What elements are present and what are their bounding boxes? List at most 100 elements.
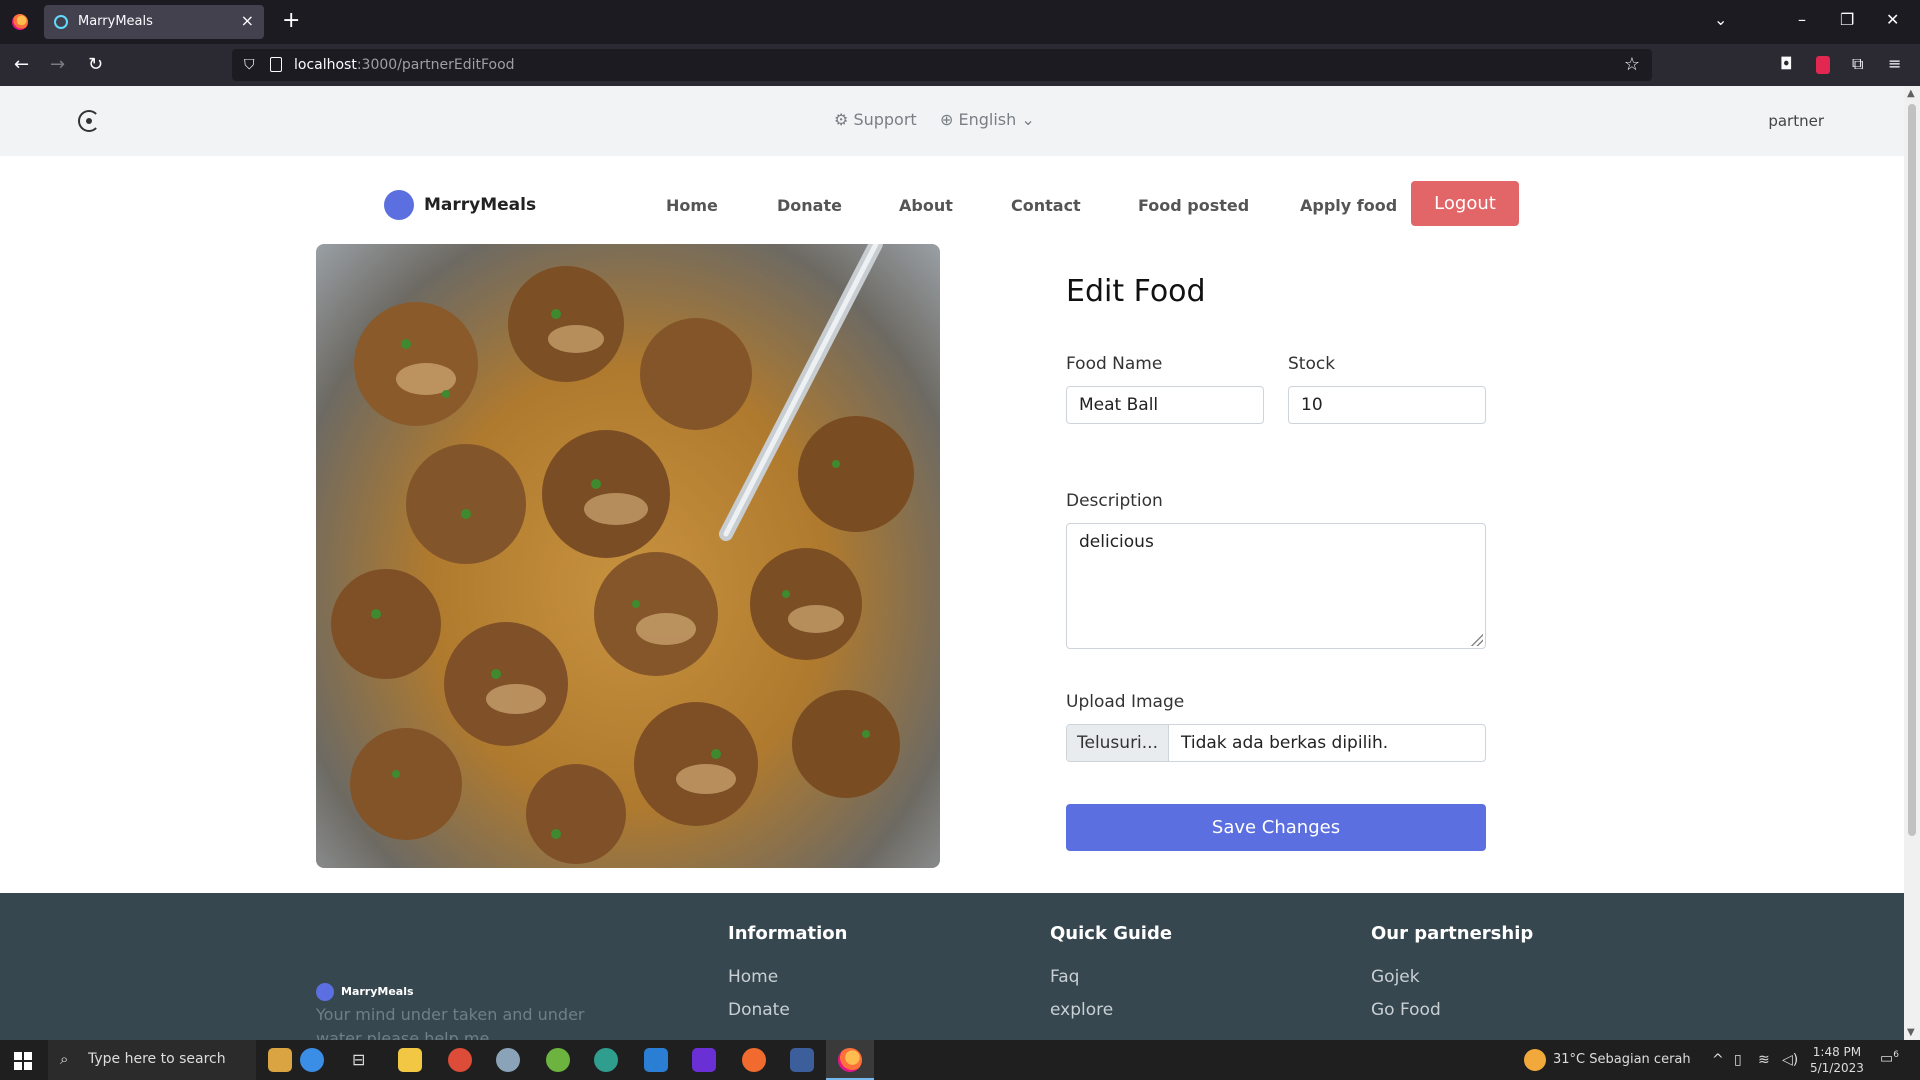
web-page: ⚙ Support ⊕ English ⌄ partner MarryMeals… (0, 86, 1904, 1040)
intellij-icon[interactable] (692, 1048, 716, 1072)
description-textarea[interactable]: delicious (1066, 523, 1486, 649)
file-input[interactable]: Telusuri... Tidak ada berkas dipilih. (1066, 724, 1486, 762)
close-window-button[interactable]: ✕ (1886, 10, 1899, 29)
brand-logo[interactable] (384, 190, 414, 220)
support-icon: ⚙ (834, 110, 849, 129)
menu-food-posted[interactable]: Food posted (1138, 196, 1249, 215)
bookmark-star-icon[interactable]: ☆ (1624, 54, 1640, 75)
logout-button[interactable]: Logout (1411, 181, 1519, 226)
menu-home[interactable]: Home (666, 196, 718, 215)
scroll-thumb[interactable] (1908, 104, 1916, 836)
menu-apply-food[interactable]: Apply food (1300, 196, 1397, 215)
food-image (316, 244, 940, 868)
footer-tagline: Your mind under taken and under water pl… (316, 1005, 585, 1040)
volume-icon[interactable]: ◁) (1782, 1052, 1798, 1068)
site-header: MarryMeals Home Donate About Contact Foo… (0, 156, 1904, 246)
taskbar-search[interactable]: ⌕ Type here to search (48, 1040, 256, 1080)
chevron-up-icon[interactable]: ^ (1712, 1052, 1724, 1068)
forward-icon[interactable]: → (50, 54, 65, 75)
file-status: Tidak ada berkas dipilih. (1181, 733, 1389, 753)
browse-button[interactable]: Telusuri... (1067, 725, 1169, 761)
menu-about[interactable]: About (899, 196, 953, 215)
app-icon[interactable] (496, 1048, 520, 1072)
widgets-icon[interactable] (268, 1048, 292, 1072)
footer-heading-partnership: Our partnership (1371, 923, 1534, 944)
mysql-workbench-icon[interactable] (790, 1048, 814, 1072)
resize-handle-icon[interactable] (1471, 634, 1483, 646)
reload-icon[interactable]: ↻ (88, 54, 103, 75)
support-link[interactable]: ⚙ Support (834, 110, 917, 129)
site-logo-icon[interactable] (78, 110, 100, 132)
food-name-input[interactable]: Meat Ball (1066, 386, 1264, 424)
close-tab-icon[interactable]: × (241, 11, 254, 30)
footer-link-faq[interactable]: Faq (1050, 967, 1079, 987)
globe-icon: ⊕ (940, 110, 954, 129)
menu-icon[interactable]: ≡ (1888, 54, 1901, 73)
windows-taskbar: ⌕ Type here to search ⊟ 31°C Sebagian ce… (0, 1040, 1920, 1080)
url-bar[interactable]: ⛉ localhost:3000/partnerEditFood ☆ (232, 49, 1652, 81)
page-scrollbar[interactable]: ▲ ▼ (1904, 86, 1920, 1040)
page-icon (270, 57, 282, 72)
menu-donate[interactable]: Donate (777, 196, 842, 215)
taskbar-clock[interactable]: 1:48 PM 5/1/2023 (1810, 1044, 1864, 1076)
footer-link-home[interactable]: Home (728, 967, 778, 987)
stock-label: Stock (1288, 354, 1336, 374)
restore-button[interactable]: ❐ (1840, 10, 1854, 29)
extensions-icon[interactable]: ⧉ (1852, 54, 1863, 74)
firefox-taskbar-icon (838, 1048, 862, 1072)
back-icon[interactable]: ← (14, 54, 29, 75)
addon-icon[interactable] (1816, 56, 1830, 74)
firefox-icon[interactable] (12, 14, 28, 30)
food-name-label: Food Name (1066, 354, 1163, 374)
windows-start-icon[interactable] (14, 1052, 32, 1070)
footer-brand-logo (316, 983, 334, 1001)
footer-link-go-food[interactable]: Go Food (1371, 1000, 1441, 1020)
vscode-icon[interactable] (644, 1048, 668, 1072)
footer-link-gojek[interactable]: Gojek (1371, 967, 1420, 987)
wifi-icon[interactable]: ≋ (1758, 1052, 1770, 1068)
scroll-down-icon[interactable]: ▼ (1907, 1027, 1915, 1038)
save-changes-button[interactable]: Save Changes (1066, 804, 1486, 851)
brand-name[interactable]: MarryMeals (424, 195, 536, 215)
firefox-taskbar-button[interactable] (826, 1040, 874, 1080)
react-icon (54, 15, 68, 29)
url-text[interactable]: localhost:3000/partnerEditFood (294, 57, 515, 73)
user-name: partner (1768, 112, 1824, 130)
notifications-icon[interactable]: ▭6 (1880, 1050, 1899, 1067)
postman-icon[interactable] (742, 1048, 766, 1072)
browser-nav-bar: ← → ↻ ⛉ localhost:3000/partnerEditFood ☆… (0, 44, 1920, 86)
site-footer: MarryMeals Your mind under taken and und… (0, 893, 1904, 1040)
pocket-icon[interactable]: ◘ (1780, 54, 1793, 73)
search-icon: ⌕ (60, 1050, 69, 1068)
weather-text[interactable]: 31°C Sebagian cerah (1553, 1052, 1691, 1067)
browser-tab[interactable]: MarryMeals × (44, 5, 264, 39)
tab-title: MarryMeals (78, 14, 153, 29)
minimize-button[interactable]: – (1798, 10, 1806, 29)
scroll-up-icon[interactable]: ▲ (1907, 88, 1915, 99)
chevron-down-icon: ⌄ (1021, 110, 1035, 129)
stock-input[interactable]: 10 (1288, 386, 1486, 424)
new-tab-button[interactable]: + (282, 8, 300, 34)
tab-list-icon[interactable]: ⌄ (1714, 10, 1727, 29)
taskbar-search-placeholder: Type here to search (88, 1051, 226, 1067)
shield-icon[interactable]: ⛉ (244, 57, 255, 73)
footer-brand-name: MarryMeals (341, 985, 414, 998)
cortana-icon[interactable] (300, 1048, 324, 1072)
spring-icon[interactable] (546, 1048, 570, 1072)
page-title: Edit Food (1066, 274, 1206, 309)
clock-date: 5/1/2023 (1810, 1061, 1864, 1075)
chrome-icon[interactable] (448, 1048, 472, 1072)
chrome-dev-icon[interactable] (594, 1048, 618, 1072)
task-view-icon[interactable]: ⊟ (352, 1050, 365, 1069)
footer-heading-quick-guide: Quick Guide (1050, 923, 1173, 944)
footer-link-donate[interactable]: Donate (728, 1000, 790, 1020)
weather-icon (1524, 1049, 1546, 1071)
footer-link-explore[interactable]: explore (1050, 1000, 1113, 1020)
clock-time: 1:48 PM (1812, 1045, 1862, 1059)
description-text: delicious (1079, 532, 1154, 552)
menu-contact[interactable]: Contact (1011, 196, 1081, 215)
language-select[interactable]: ⊕ English ⌄ (940, 110, 1035, 129)
description-label: Description (1066, 491, 1163, 511)
device-icon[interactable]: ▯ (1734, 1052, 1742, 1068)
file-explorer-icon[interactable] (398, 1048, 422, 1072)
